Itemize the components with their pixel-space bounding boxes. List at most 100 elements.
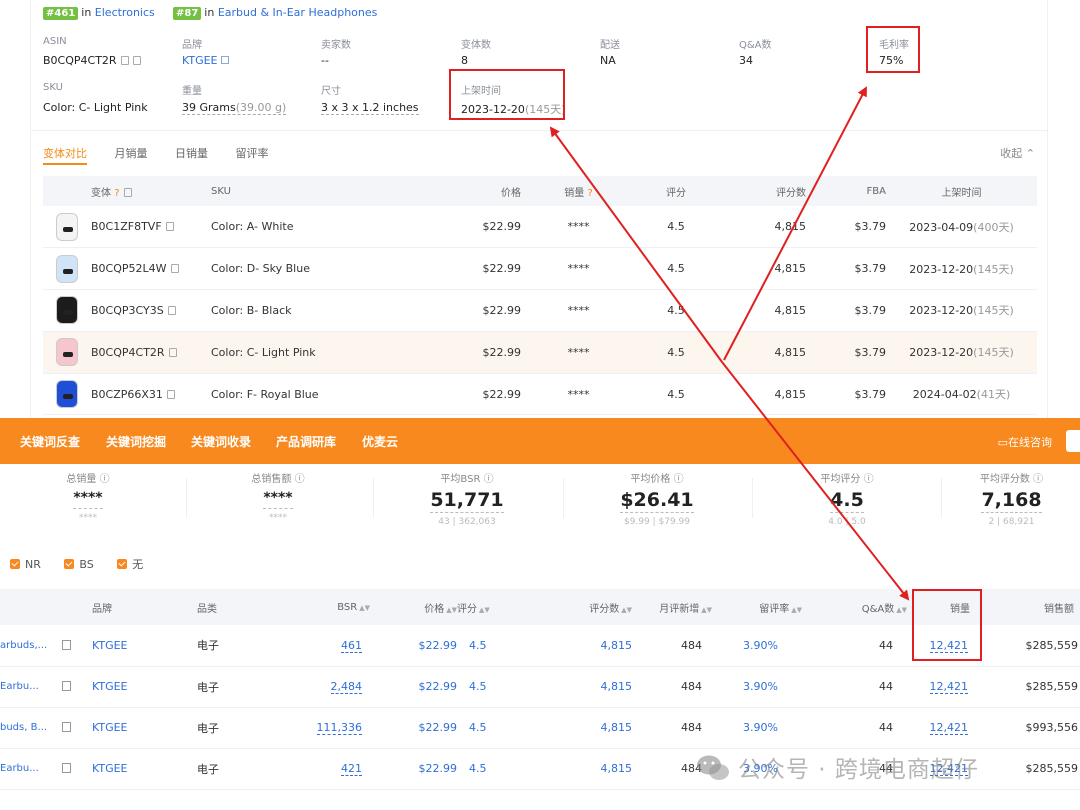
checkbox-checked-icon[interactable] <box>64 559 75 569</box>
product-title-link[interactable]: buds, B... <box>0 707 62 749</box>
bsr-link[interactable]: 461 <box>341 638 362 653</box>
size-label: 尺寸 <box>321 86 341 97</box>
bsr-link[interactable]: 2,484 <box>330 680 362 694</box>
online-consult-link[interactable]: ▭在线咨询 <box>998 434 1052 450</box>
product-title-link[interactable]: Earbu... <box>0 666 62 708</box>
table-row[interactable]: Earbu... KTGEE 电子 2,484 $22.99 4.5 4,815 484 3.9… <box>0 666 1080 708</box>
copy-icon[interactable] <box>166 389 175 399</box>
brand-link[interactable]: KTGEE <box>92 666 197 708</box>
header-reviews[interactable]: 评分数 ▲▼ <box>507 589 632 625</box>
sort-icon[interactable]: ▲▼ <box>701 606 712 614</box>
variant-fba: $3.79 <box>806 331 886 374</box>
rank-category-link[interactable]: Electronics <box>95 6 155 19</box>
help-icon[interactable]: ⓘ <box>484 474 494 485</box>
nav-keyword-mining[interactable]: 关键词挖掘 <box>106 433 166 450</box>
checkbox-checked-icon[interactable] <box>117 559 128 569</box>
sort-icon[interactable]: ▲▼ <box>621 606 632 614</box>
variant-listed: 2023-04-09(400天) <box>886 206 1037 249</box>
tab-monthly-sales[interactable]: 月销量 <box>115 147 148 160</box>
help-icon[interactable]: ? <box>114 188 119 199</box>
collapse-button[interactable]: 收起 ⌃ <box>1000 145 1035 161</box>
copy-icon[interactable] <box>120 56 129 65</box>
asin-text: B0CZP66X31 <box>91 387 163 401</box>
header-qa[interactable]: Q&A数 ▲▼ <box>802 589 907 625</box>
product-detail-panel: #461 in Electronics #87 in Earbud & In-Ear… <box>30 0 1048 418</box>
header-label: Q&A数 <box>861 603 895 615</box>
copy-icon[interactable] <box>167 305 176 315</box>
side-panel-toggle[interactable] <box>1066 430 1080 452</box>
tab-daily-sales[interactable]: 日销量 <box>175 147 208 160</box>
product-thumbnail[interactable] <box>56 296 78 325</box>
filter-nr[interactable]: NR <box>10 558 41 571</box>
variant-listed: 2023-12-20(145天) <box>886 247 1037 291</box>
product-title-link[interactable]: arbuds,... <box>0 625 62 667</box>
copy-icon[interactable] <box>170 264 179 274</box>
help-icon[interactable]: ⓘ <box>100 474 110 485</box>
help-icon[interactable]: ⓘ <box>295 474 305 485</box>
header-monthly-new[interactable]: 月评新增 ▲▼ <box>632 589 712 625</box>
rank-category-link[interactable]: Earbud & In-Ear Headphones <box>218 6 378 19</box>
bsr-link[interactable]: 111,336 <box>316 721 362 735</box>
variant-row[interactable]: B0CZP66X31 Color: F- Royal Blue $22.99 ****… <box>43 373 1037 416</box>
sort-icon[interactable]: ▲▼ <box>791 606 802 614</box>
nav-youmaiyun[interactable]: 优麦云 <box>362 433 398 450</box>
help-icon[interactable]: ⓘ <box>864 474 874 485</box>
product-thumbnail[interactable] <box>56 254 78 283</box>
sales-link[interactable]: 12,421 <box>929 721 968 735</box>
header-revenue[interactable]: 销售额 <box>982 589 1080 625</box>
variant-row[interactable]: B0CQP4CT2R Color: C- Light Pink $22.99 ****… <box>43 331 1037 374</box>
asin-text: B0CQP3CY3S <box>91 303 164 317</box>
variant-asin: B0CQP4CT2R <box>91 331 211 374</box>
copy-icon[interactable] <box>132 56 141 65</box>
variant-row[interactable]: B0C1ZF8TVF Color: A- White $22.99 **** 4.5 4,… <box>43 206 1037 249</box>
help-icon[interactable]: ? <box>587 188 592 199</box>
checkbox-checked-icon[interactable] <box>10 559 20 569</box>
product-thumbnail[interactable] <box>56 338 78 367</box>
external-link-icon[interactable] <box>220 56 229 64</box>
stat-range: 2 | 68,921 <box>988 517 1035 527</box>
tab-review-rate[interactable]: 留评率 <box>236 147 269 160</box>
brand-value[interactable]: KTGEE <box>182 54 229 67</box>
product-thumbnail[interactable] <box>56 212 78 241</box>
stat-label-text: 平均评分 <box>820 474 861 485</box>
document-icon[interactable] <box>62 639 71 650</box>
bsr-link[interactable]: 421 <box>341 762 362 776</box>
product-title-link[interactable]: Earbu... <box>0 748 62 790</box>
header-price[interactable]: 价格 ▲▼ <box>372 589 457 625</box>
product-thumbnail[interactable] <box>56 380 78 409</box>
sort-icon[interactable]: ▲▼ <box>479 606 490 614</box>
copy-icon[interactable] <box>165 222 174 232</box>
nav-keyword-reverse[interactable]: 关键词反查 <box>20 433 80 450</box>
sort-icon[interactable]: ▲▼ <box>896 606 907 614</box>
sort-icon[interactable]: ▲▼ <box>446 606 457 614</box>
asin-text: B0CQP4CT2R <box>43 54 117 67</box>
variant-thumb-cell <box>43 247 91 291</box>
help-icon[interactable]: ⓘ <box>1033 474 1043 485</box>
filter-bs[interactable]: BS <box>64 558 94 571</box>
document-icon[interactable] <box>62 681 71 691</box>
table-row[interactable]: buds, B... KTGEE 电子 111,336 $22.99 4.5 4,815 48… <box>0 707 1080 749</box>
nav-keyword-index[interactable]: 关键词收录 <box>191 433 251 450</box>
filter-none[interactable]: 无 <box>117 558 143 571</box>
document-icon[interactable] <box>62 722 71 732</box>
sales-link[interactable]: 12,421 <box>929 680 968 694</box>
nav-product-research[interactable]: 产品调研库 <box>276 433 336 450</box>
sort-icon[interactable]: ▲▼ <box>359 604 370 612</box>
qa-cell: 44 <box>802 707 907 749</box>
collapse-label: 收起 <box>1000 147 1023 160</box>
variant-row[interactable]: B0CQP52L4W Color: D- Sky Blue $22.99 **** 4.… <box>43 247 1037 291</box>
copy-icon[interactable] <box>168 347 177 357</box>
copy-icon[interactable] <box>123 187 132 197</box>
tab-variant-compare[interactable]: 变体对比 <box>43 147 87 165</box>
header-rating[interactable]: 评分 ▲▼ <box>457 589 507 625</box>
variant-thumb-cell <box>43 206 91 249</box>
revenue-cell: $285,559 <box>982 666 1080 708</box>
brand-link[interactable]: KTGEE <box>92 707 197 749</box>
help-icon[interactable]: ⓘ <box>674 474 684 485</box>
variant-row[interactable]: B0CQP3CY3S Color: B- Black $22.99 **** 4.5 4,… <box>43 289 1037 332</box>
header-bsr[interactable]: BSR ▲▼ <box>292 589 372 625</box>
brand-link[interactable]: KTGEE <box>92 625 197 667</box>
header-review-rate[interactable]: 留评率 ▲▼ <box>712 589 802 625</box>
brand-link[interactable]: KTGEE <box>92 748 197 790</box>
document-icon[interactable] <box>62 763 71 773</box>
